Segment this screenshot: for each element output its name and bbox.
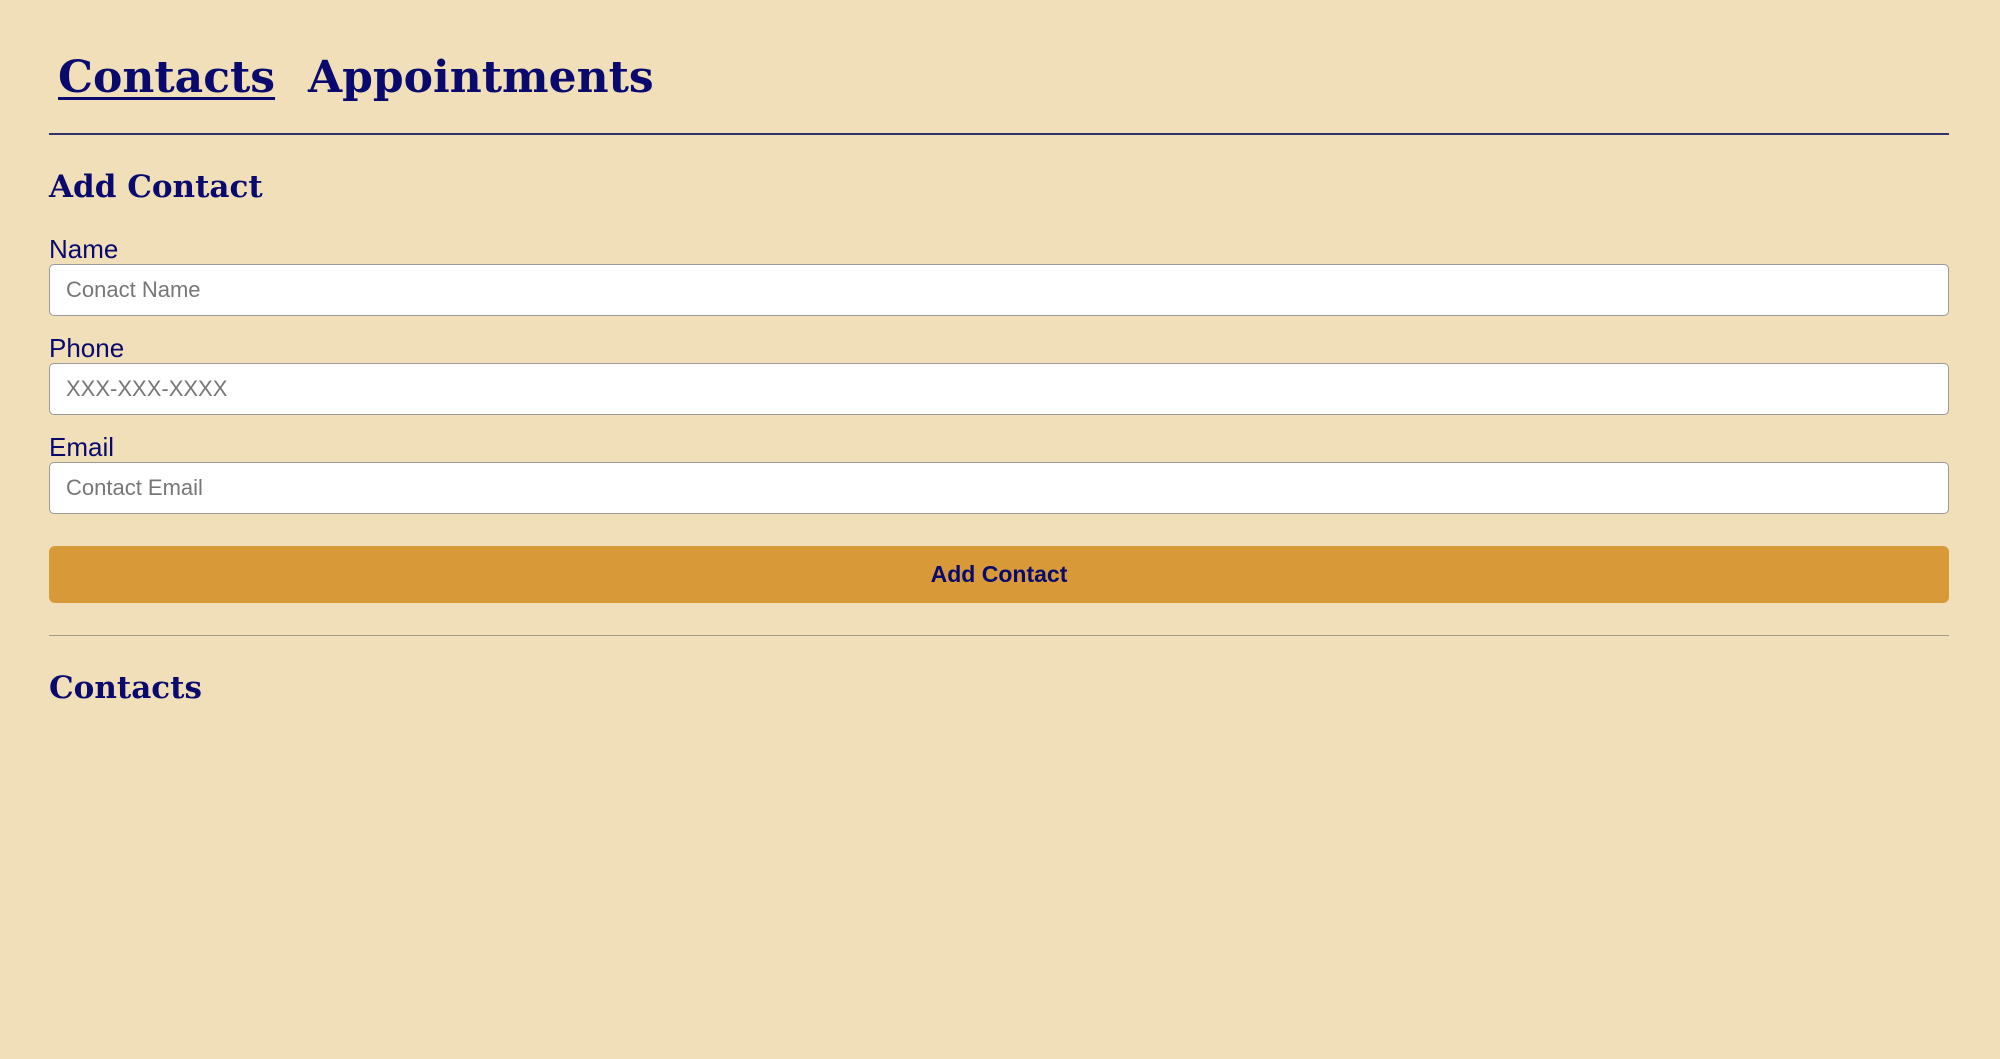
contacts-list-title: Contacts xyxy=(49,670,202,706)
main-nav: Contacts Appointments xyxy=(49,0,1949,134)
nav-divider xyxy=(49,133,1949,135)
name-input[interactable] xyxy=(49,264,1949,316)
add-contact-button[interactable]: Add Contact xyxy=(49,546,1949,603)
phone-label: Phone xyxy=(49,333,125,363)
section-divider xyxy=(49,635,1949,636)
add-contact-title: Add Contact xyxy=(49,169,263,205)
name-label: Name xyxy=(49,234,119,264)
nav-tab-contacts[interactable]: Contacts xyxy=(58,50,275,106)
email-input[interactable] xyxy=(49,462,1949,514)
email-label: Email xyxy=(49,432,115,462)
nav-tab-appointments[interactable]: Appointments xyxy=(308,50,654,106)
phone-input[interactable] xyxy=(49,363,1949,415)
contact-list xyxy=(49,720,1949,1020)
app-container: Contacts Appointments Add Contact Name P… xyxy=(49,0,1949,706)
